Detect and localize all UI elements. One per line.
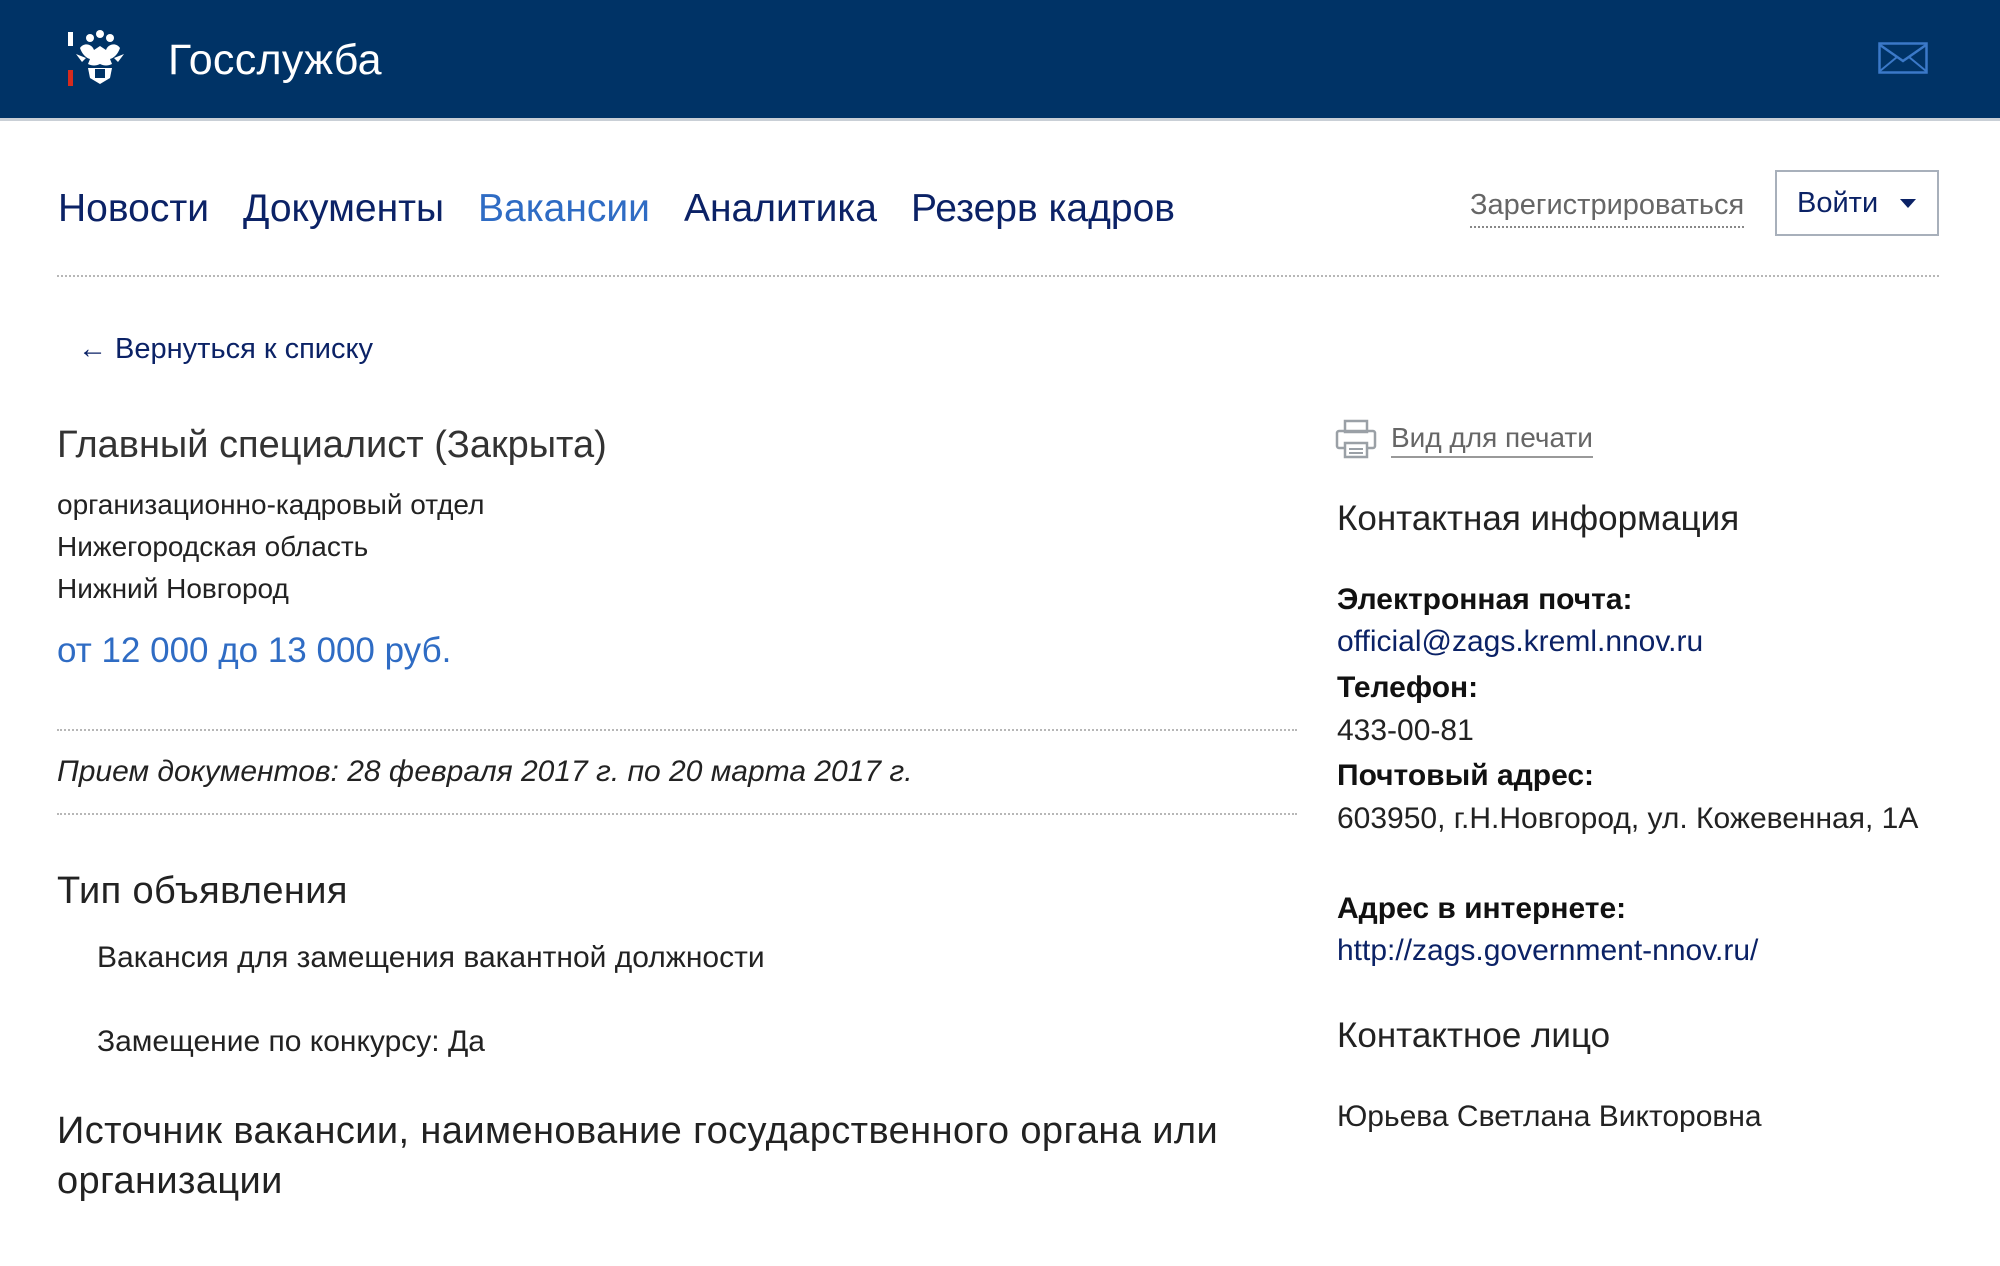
nav-item-vacancies[interactable]: Вакансии (478, 183, 650, 235)
contact-person-name: Юрьева Светлана Викторовна (1337, 1100, 1762, 1133)
website-label: Адрес в интернете: (1337, 892, 1627, 925)
vacancy-city: Нижний Новгород (57, 573, 289, 604)
login-button-label: Войти (1797, 186, 1879, 219)
printer-icon (1335, 419, 1377, 459)
vacancy-salary: от 12 000 до 13 000 руб. (57, 631, 452, 670)
contact-info-heading: Контактная информация (1337, 499, 1740, 538)
nav-item-personnel-reserve[interactable]: Резерв кадров (911, 183, 1175, 235)
register-link[interactable]: Зарегистрироваться (1470, 186, 1745, 228)
vacancy-source-heading: Источник вакансии, наименование государс… (57, 1110, 1219, 1202)
details-divider-bottom (57, 813, 1297, 815)
email-link[interactable]: official@zags.kreml.nnov.ru (1337, 625, 1703, 658)
nav-item-news[interactable]: Новости (58, 183, 209, 235)
site-header: Госслужба (0, 0, 2000, 121)
email-label: Электронная почта: (1337, 583, 1633, 616)
competition-info: Замещение по конкурсу: Да (97, 1025, 485, 1058)
announcement-type-heading: Тип объявления (57, 870, 348, 912)
russian-coat-of-arms-icon[interactable] (66, 28, 132, 92)
login-button[interactable]: Войти (1775, 170, 1939, 236)
chevron-down-icon (1900, 198, 1917, 208)
print-view-link[interactable]: Вид для печати (1335, 419, 1593, 459)
phone-value: 433-00-81 (1337, 714, 1474, 747)
nav-item-analytics[interactable]: Аналитика (684, 183, 877, 235)
contact-person-heading: Контактное лицо (1337, 1016, 1611, 1055)
print-view-label: Вид для печати (1391, 420, 1593, 458)
vacancy-department: организационно-кадровый отдел (57, 489, 485, 520)
nav-item-documents[interactable]: Документы (243, 183, 444, 235)
vacancy-title: Главный специалист (Закрыта) (57, 424, 607, 466)
website-link[interactable]: http://zags.government-nnov.ru/ (1337, 934, 1758, 967)
nav-divider (57, 275, 1939, 277)
vacancy-region: Нижегородская область (57, 531, 369, 562)
email-value: official@zags.kreml.nnov.ru (1337, 620, 1703, 664)
announcement-type-value: Вакансия для замещения вакантной должнос… (97, 941, 765, 974)
main-nav: Новости Документы Вакансии Аналитика Рез… (58, 183, 1175, 235)
phone-label: Телефон: (1337, 671, 1479, 704)
postal-address-value: 603950, г.Н.Новгород, ул. Кожевенная, 1А (1337, 802, 1919, 835)
details-divider-top (57, 729, 1297, 731)
envelope-icon[interactable] (1878, 42, 1928, 74)
brand-name[interactable]: Госслужба (168, 34, 382, 86)
documents-period: Прием документов: 28 февраля 2017 г. по … (57, 755, 913, 788)
website-value: http://zags.government-nnov.ru/ (1337, 929, 1758, 973)
back-to-list-link[interactable]: ← Вернуться к списку (78, 330, 373, 368)
postal-address-label: Почтовый адрес: (1337, 759, 1595, 792)
